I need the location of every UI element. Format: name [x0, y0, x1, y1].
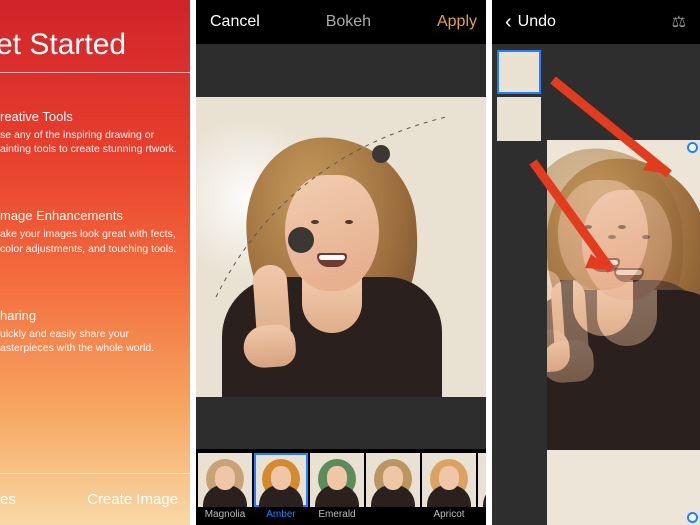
feature-sharing: haring uickly and easily share your aste… — [0, 308, 184, 355]
filter-label: Apricot — [433, 509, 464, 520]
create-image-button[interactable]: Create Image — [87, 491, 178, 508]
filter-thumbnail[interactable]: Amber — [254, 453, 308, 520]
editor-title: Bokeh — [260, 13, 437, 31]
pane-divider — [190, 0, 196, 525]
chevron-left-icon: ‹ — [505, 11, 512, 34]
open-files-button[interactable]: es — [0, 491, 16, 508]
filter-thumbnail[interactable]: Emerald — [310, 453, 364, 520]
filter-thumbnail[interactable]: Magnolia — [198, 453, 252, 520]
feature-body: ake your images look great with fects, c… — [0, 227, 184, 255]
filter-thumbnail[interactable] — [366, 453, 420, 509]
annotation-arrow — [491, 44, 700, 525]
feature-list: reative Tools se any of the inspiring dr… — [0, 73, 196, 473]
auction-icon[interactable]: ⚖ — [672, 12, 686, 32]
feature-body: se any of the inspiring drawing or ainti… — [0, 128, 184, 156]
photo-preview — [196, 97, 491, 397]
filter-label: Emerald — [318, 509, 355, 520]
feature-heading: haring — [0, 308, 184, 323]
composite-pane: ‹ Undo ⚖ — [491, 0, 700, 525]
apply-button[interactable]: Apply — [437, 13, 477, 31]
composite-body — [491, 44, 700, 525]
undo-label: Undo — [518, 13, 556, 31]
feature-image-enhancements: mage Enhancements ake your images look g… — [0, 208, 184, 255]
pane-divider — [486, 0, 492, 525]
bokeh-editor-pane: Cancel Bokeh Apply Magnolia Amber Emerald A… — [196, 0, 491, 525]
cancel-button[interactable]: Cancel — [210, 13, 260, 31]
filter-label: Magnolia — [205, 509, 246, 520]
feature-creative-tools: reative Tools se any of the inspiring dr… — [0, 109, 184, 156]
filter-label: Amber — [266, 509, 295, 520]
page-title: et Started — [0, 28, 196, 73]
feature-body: uickly and easily share your asterpieces… — [0, 327, 184, 355]
editor-canvas[interactable] — [196, 44, 491, 449]
footer-bar: es Create Image — [0, 473, 196, 525]
undo-button[interactable]: ‹ Undo — [505, 11, 556, 34]
composite-topbar: ‹ Undo ⚖ — [491, 0, 700, 44]
get-started-pane: et Started reative Tools se any of the i… — [0, 0, 196, 525]
filter-thumbnail[interactable]: Apricot — [422, 453, 476, 520]
feature-heading: reative Tools — [0, 109, 184, 124]
editor-topbar: Cancel Bokeh Apply — [196, 0, 491, 44]
feature-heading: mage Enhancements — [0, 208, 184, 223]
filter-strip[interactable]: MagnoliaAmberEmeraldApricotRubyS — [196, 449, 491, 525]
